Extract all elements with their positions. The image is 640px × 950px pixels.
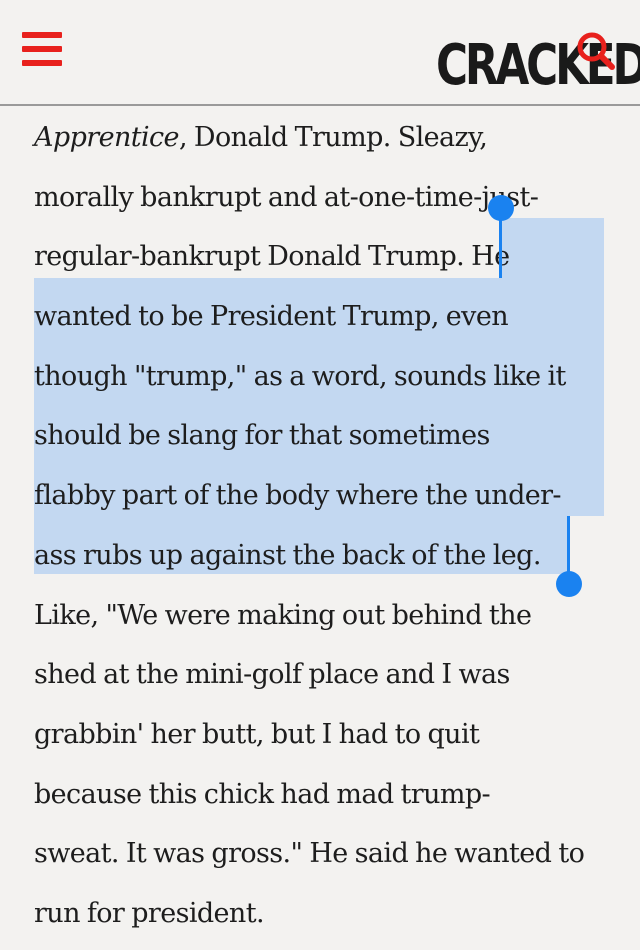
selected-text: He (471, 241, 510, 273)
article-paragraph[interactable]: Apprentice, Donald Trump. Sleazy, morall… (34, 108, 614, 944)
text-line: though "trump," as a word, sounds like i… (34, 347, 614, 407)
site-header: CRACKED (0, 0, 640, 106)
selection-end-handle[interactable] (556, 571, 582, 597)
search-icon[interactable] (574, 30, 618, 72)
selected-text: flabby part of the body where the under- (34, 480, 562, 512)
text-line: flabby part of the body where the under- (34, 466, 614, 526)
selection-start-handle-stem (499, 208, 502, 278)
hamburger-menu-icon[interactable] (22, 30, 64, 68)
selected-text: should be slang for that sometimes (34, 420, 490, 452)
selected-text: though "trump," as a word, sounds like i… (34, 360, 566, 392)
menu-bar (22, 32, 62, 38)
text-line: morally bankrupt and at-one-time-just- (34, 181, 539, 213)
text-line: wanted to be President Trump, even (34, 287, 614, 347)
logo-link[interactable]: CRACKED (218, 14, 640, 98)
search-icon-svg (577, 32, 615, 70)
article-body: Apprentice, Donald Trump. Sleazy, morall… (34, 108, 614, 944)
text-line: should be slang for that sometimes (34, 406, 614, 466)
text-line: sweat. It was gross." He said he wanted … (34, 838, 585, 870)
selected-text: wanted to be President Trump, even (34, 301, 509, 333)
menu-bar (22, 60, 62, 66)
text-line: shed at the mini-golf place and I was (34, 659, 510, 691)
text-line: Apprentice, Donald Trump. Sleazy, (34, 122, 488, 153)
text-line: ass rubs up against the back of the leg. (34, 526, 614, 586)
text-line: because this chick had mad trump- (34, 778, 491, 810)
text-line: Like, "We were making out behind the (34, 599, 532, 631)
selected-text: ass rubs up against the back of the leg. (34, 539, 541, 571)
menu-bar (22, 46, 62, 52)
text-line: run for president. (34, 897, 265, 929)
text-line: regular-bankrupt Donald Trump. He (34, 241, 510, 273)
cracked-logo: CRACKED (436, 33, 640, 98)
text-line: grabbin' her butt, but I had to quit (34, 718, 480, 750)
